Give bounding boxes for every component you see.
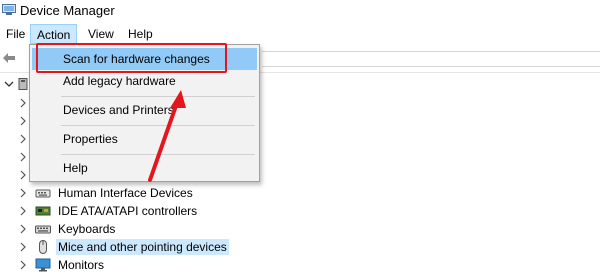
chevron-right-icon[interactable] xyxy=(19,260,27,270)
menu-view[interactable]: View xyxy=(82,24,120,44)
chevron-right-icon[interactable] xyxy=(19,98,27,108)
chevron-right-icon[interactable] xyxy=(19,242,27,252)
ide-controller-icon xyxy=(35,206,51,216)
back-arrow-icon[interactable] xyxy=(2,52,16,64)
tree-item-keyboards[interactable]: Keyboards xyxy=(0,220,600,238)
chevron-right-icon[interactable] xyxy=(19,116,27,126)
tree-item-label: Human Interface Devices xyxy=(58,186,193,200)
chevron-right-icon[interactable] xyxy=(19,188,27,198)
window-title: Device Manager xyxy=(20,3,115,18)
menu-item-properties[interactable]: Properties xyxy=(32,128,257,150)
menu-item-add-legacy-hardware[interactable]: Add legacy hardware xyxy=(32,70,257,92)
menu-item-label: Help xyxy=(63,161,88,175)
keyboard-icon xyxy=(35,225,51,234)
chevron-right-icon[interactable] xyxy=(19,134,27,144)
toolbar-divider xyxy=(262,51,600,67)
menu-item-label: Add legacy hardware xyxy=(63,74,176,88)
menu-action[interactable]: Action xyxy=(30,24,78,44)
annotation-highlight-box xyxy=(36,43,227,73)
chevron-right-icon[interactable] xyxy=(19,224,27,234)
tree-item-label: Mice and other pointing devices xyxy=(56,239,229,255)
monitor-icon xyxy=(35,258,51,272)
menu-bar: File Action View Help xyxy=(0,24,600,44)
menu-item-devices-and-printers[interactable]: Devices and Printers xyxy=(32,99,257,121)
menu-item-label: Devices and Printers xyxy=(63,103,174,117)
menu-file[interactable]: File xyxy=(0,24,31,44)
menu-separator xyxy=(61,154,255,155)
device-manager-icon xyxy=(2,4,16,15)
tree-item-label: IDE ATA/ATAPI controllers xyxy=(58,204,198,218)
tree-item-mice-and-other-pointing-devices[interactable]: Mice and other pointing devices xyxy=(0,238,600,256)
tree-item-label: Monitors xyxy=(58,258,105,272)
chevron-down-icon[interactable] xyxy=(4,79,14,89)
tree-item-ide-ata-atapi-controllers[interactable]: IDE ATA/ATAPI controllers xyxy=(0,202,600,220)
chevron-right-icon[interactable] xyxy=(19,170,27,180)
hid-icon xyxy=(35,189,51,198)
menu-item-help[interactable]: Help xyxy=(32,157,257,179)
chevron-right-icon[interactable] xyxy=(19,152,27,162)
menu-separator xyxy=(61,96,255,97)
menu-separator xyxy=(61,125,255,126)
menu-help[interactable]: Help xyxy=(122,24,159,44)
title-bar: Device Manager xyxy=(0,0,600,22)
mouse-icon xyxy=(39,240,47,254)
tree-item-human-interface-devices[interactable]: Human Interface Devices xyxy=(0,184,600,202)
computer-icon xyxy=(18,78,28,90)
chevron-right-icon[interactable] xyxy=(19,206,27,216)
menu-item-label: Properties xyxy=(63,132,118,146)
tree-item-label: Keyboards xyxy=(58,222,116,236)
tree-item-monitors[interactable]: Monitors xyxy=(0,256,600,274)
